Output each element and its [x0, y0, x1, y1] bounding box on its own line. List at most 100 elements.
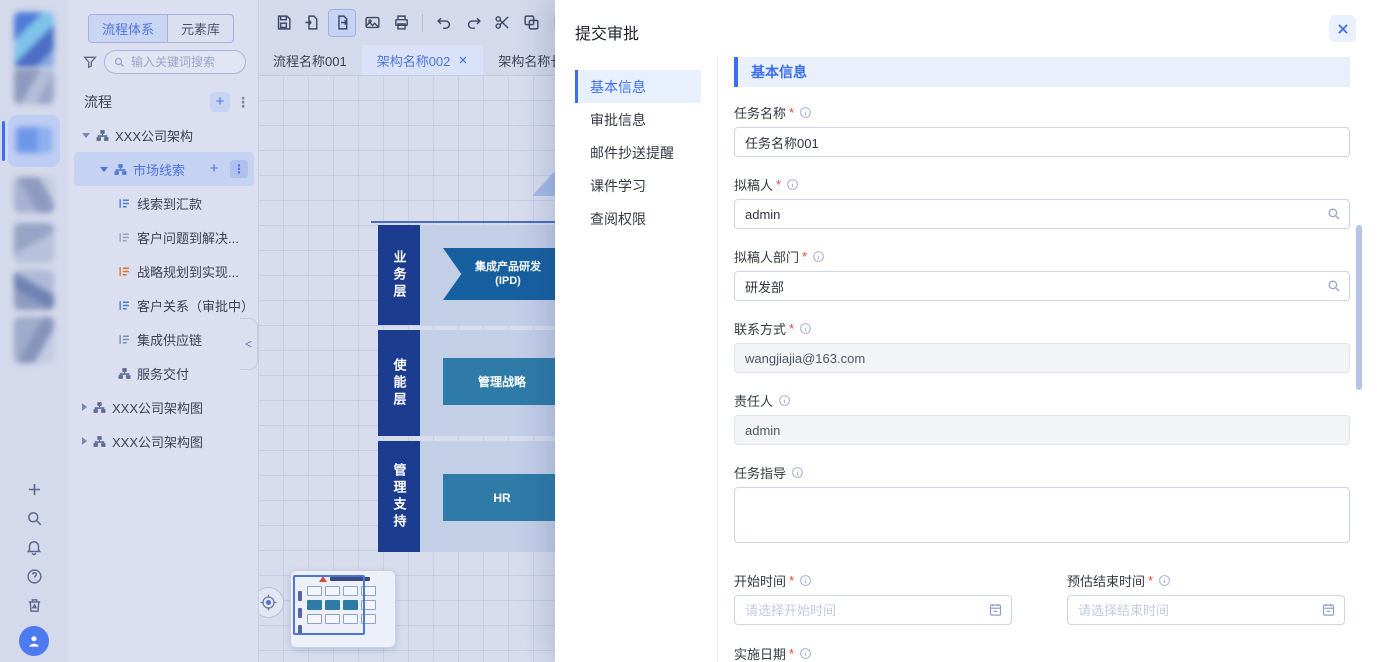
- trash-icon[interactable]: [23, 594, 45, 616]
- field-label: 拟稿人: [734, 175, 773, 194]
- field-label: 任务指导: [734, 463, 786, 482]
- filter-icon[interactable]: [82, 54, 98, 70]
- required-asterisk: *: [776, 177, 781, 192]
- info-icon[interactable]: [791, 466, 804, 479]
- bell-icon[interactable]: [23, 536, 45, 558]
- tree-item-arch-diagram-1[interactable]: XXX公司架构图: [74, 390, 254, 424]
- tree-item-service-delivery[interactable]: 服务交付: [74, 356, 254, 390]
- tree-item-label: XXX公司架构图: [112, 398, 203, 417]
- process-tree-panel: 流程体系 元素库 流程 + ⋮ XXX公司架构 市场线索 + ⋮: [68, 0, 259, 662]
- doc-tab-arch-002[interactable]: 架构名称002: [362, 45, 484, 75]
- import-icon[interactable]: [299, 10, 325, 36]
- search-input[interactable]: [129, 54, 237, 70]
- nav-tile-icon[interactable]: [14, 223, 54, 263]
- cut-icon[interactable]: [489, 10, 515, 36]
- calendar-icon[interactable]: [988, 602, 1003, 617]
- image-icon[interactable]: [359, 10, 385, 36]
- drawer-nav-view-permission[interactable]: 查阅权限: [575, 202, 701, 235]
- nav-tile-icon[interactable]: [14, 177, 54, 213]
- info-icon[interactable]: [799, 106, 812, 119]
- save-icon[interactable]: [270, 10, 296, 36]
- tree-item-issue-to-resolution[interactable]: 客户问题到解决...: [74, 220, 254, 254]
- undo-icon[interactable]: [431, 10, 457, 36]
- info-icon[interactable]: [799, 647, 812, 660]
- nav-tile-icon[interactable]: [14, 317, 54, 363]
- sitemap-icon: [118, 367, 131, 380]
- drafter-input[interactable]: [734, 199, 1350, 229]
- info-icon[interactable]: [799, 322, 812, 335]
- field-label: 预估结束时间: [1067, 571, 1145, 590]
- field-label: 实施日期: [734, 644, 786, 662]
- process-tree: XXX公司架构 市场线索 + ⋮ 线索到汇款 客户问题到解决... 战略规划到实…: [74, 118, 254, 458]
- caret-right-icon[interactable]: [82, 403, 87, 411]
- nav-tile-icon[interactable]: [14, 68, 54, 104]
- close-icon[interactable]: [1329, 15, 1356, 42]
- info-icon[interactable]: [799, 574, 812, 587]
- panel-collapse-handle[interactable]: <: [240, 318, 258, 370]
- info-icon[interactable]: [812, 250, 825, 263]
- shape-ipd-arrow[interactable]: 集成产品研发 (IPD): [443, 248, 565, 300]
- field-label: 开始时间: [734, 571, 786, 590]
- tree-item-integrated-supply-chain[interactable]: 集成供应链: [74, 322, 254, 356]
- add-child-button[interactable]: +: [204, 159, 224, 179]
- nav-tile-icon[interactable]: [14, 270, 54, 310]
- process-list-icon: [118, 299, 131, 312]
- print-icon[interactable]: [388, 10, 414, 36]
- caret-right-icon[interactable]: [82, 437, 87, 445]
- required-asterisk: *: [802, 249, 807, 264]
- search-icon[interactable]: [1326, 278, 1341, 293]
- caret-down-icon[interactable]: [82, 133, 90, 138]
- sitemap-icon: [114, 163, 127, 176]
- search-icon[interactable]: [23, 507, 45, 529]
- shape-hr[interactable]: HR: [443, 474, 561, 521]
- tree-item-label: 线索到汇款: [137, 194, 202, 213]
- tree-item-xxx-company-arch[interactable]: XXX公司架构: [74, 118, 254, 152]
- keyword-search[interactable]: [104, 50, 246, 74]
- drawer-nav-approval-info[interactable]: 审批信息: [575, 103, 701, 136]
- user-avatar[interactable]: [19, 626, 49, 656]
- drawer-nav-email-cc-reminder[interactable]: 邮件抄送提醒: [575, 136, 701, 169]
- info-icon[interactable]: [778, 394, 791, 407]
- required-asterisk: *: [789, 646, 794, 661]
- export-icon[interactable]: [328, 9, 356, 37]
- task-guidance-textarea[interactable]: [734, 487, 1350, 543]
- copy-icon[interactable]: [518, 10, 544, 36]
- plus-icon[interactable]: [23, 478, 45, 500]
- tree-item-strategy-to-execution[interactable]: 战略规划到实现...: [74, 254, 254, 288]
- info-icon[interactable]: [1158, 574, 1171, 587]
- tree-item-leads-to-cash[interactable]: 线索到汇款: [74, 186, 254, 220]
- tree-item-customer-relations[interactable]: 客户关系（审批中）: [74, 288, 254, 322]
- drawer-nav-courseware-learning[interactable]: 课件学习: [575, 169, 701, 202]
- more-actions-icon[interactable]: ⋮: [236, 94, 250, 111]
- field-label: 任务名称: [734, 103, 786, 122]
- required-asterisk: *: [789, 105, 794, 120]
- tree-item-arch-diagram-2[interactable]: XXX公司架构图: [74, 424, 254, 458]
- shape-text: (IPD): [495, 274, 521, 288]
- info-icon[interactable]: [786, 178, 799, 191]
- caret-down-icon[interactable]: [100, 167, 108, 172]
- more-actions-icon[interactable]: ⋮: [230, 160, 248, 178]
- app-logo: [14, 12, 54, 68]
- end-time-input[interactable]: [1067, 595, 1345, 625]
- drafter-dept-input[interactable]: [734, 271, 1350, 301]
- tab-element-library[interactable]: 元素库: [168, 15, 233, 42]
- start-time-input[interactable]: [734, 595, 1012, 625]
- tree-item-label: XXX公司架构: [115, 126, 193, 145]
- drawer-nav-basic-info[interactable]: 基本信息: [575, 70, 701, 103]
- minimap-viewport[interactable]: [293, 575, 365, 635]
- calendar-icon[interactable]: [1321, 602, 1336, 617]
- tree-item-label: 战略规划到实现...: [137, 262, 239, 281]
- drawer-scrollbar-thumb[interactable]: [1356, 225, 1362, 390]
- minimap[interactable]: [290, 570, 396, 648]
- task-name-input[interactable]: [734, 127, 1350, 157]
- close-tab-icon[interactable]: [458, 55, 468, 65]
- owner-input: [734, 415, 1350, 445]
- tab-process-system[interactable]: 流程体系: [89, 15, 168, 42]
- search-icon[interactable]: [1326, 206, 1341, 221]
- tree-item-market-leads[interactable]: 市场线索 + ⋮: [74, 152, 254, 186]
- help-icon[interactable]: [23, 565, 45, 587]
- shape-management-strategy[interactable]: 管理战略: [443, 358, 561, 405]
- add-process-button[interactable]: +: [210, 92, 230, 112]
- redo-icon[interactable]: [460, 10, 486, 36]
- doc-tab-process-001[interactable]: 流程名称001: [258, 45, 362, 75]
